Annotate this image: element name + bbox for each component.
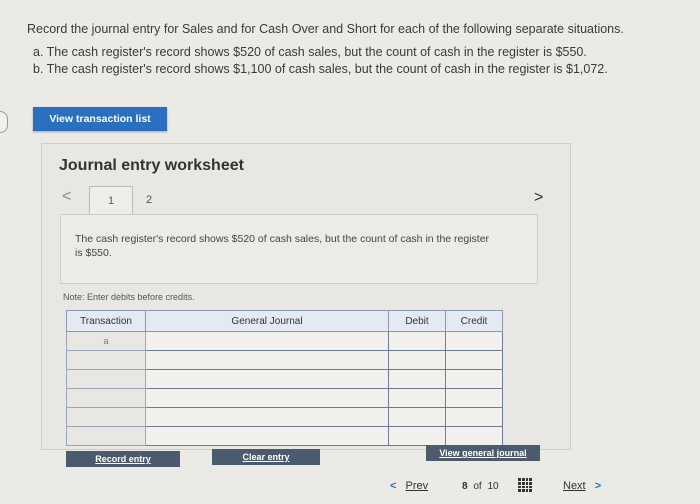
chevron-right-icon[interactable]: > [534,189,543,207]
side-panel-toggle[interactable] [0,111,8,133]
row-transaction [66,369,146,389]
grid-icon[interactable] [518,478,532,492]
header-general-journal: General Journal [145,310,389,332]
header-debit: Debit [388,310,446,332]
credit-input[interactable] [445,350,503,370]
header-credit: Credit [445,310,503,332]
header-transaction: Transaction [66,310,146,332]
credit-input[interactable] [445,331,503,351]
journal-entry-worksheet: Journal entry worksheet < 1 2 > The cash… [41,143,571,467]
prev-label: Prev [405,480,429,492]
transaction-description-box: The cash register's record shows $520 of… [60,214,538,284]
debit-input[interactable] [388,350,446,370]
row-transaction: a [66,331,146,351]
account-input[interactable] [145,331,389,351]
chevron-right-icon: > [594,480,602,492]
page-total: 10 [487,481,499,492]
next-button[interactable]: Next > [563,480,601,492]
table-row [66,350,503,370]
question-item-a: a. The cash register's record shows $520… [33,45,587,59]
tab-2[interactable]: 2 [146,186,152,214]
question-item-b: b. The cash register's record shows $1,1… [33,62,608,76]
tab-1[interactable]: 1 [89,186,133,215]
debit-input[interactable] [388,388,446,408]
credit-input[interactable] [445,388,503,408]
question-text: Record the journal entry for Sales and f… [27,21,624,78]
debit-input[interactable] [388,369,446,389]
account-input[interactable] [145,388,389,408]
page-current: 8 [462,481,468,492]
next-label: Next [563,480,586,492]
account-input[interactable] [145,407,389,427]
worksheet-title: Journal entry worksheet [59,157,244,174]
prev-button[interactable]: < Prev [390,480,428,492]
chevron-left-icon: < [390,480,397,492]
question-instruction: Record the journal entry for Sales and f… [27,22,624,36]
debit-input[interactable] [388,331,446,351]
row-transaction [66,426,146,446]
view-transaction-list-button[interactable]: View transaction list [33,107,167,131]
table-row [66,407,503,427]
table-row [66,369,503,389]
row-transaction [66,407,146,427]
table-row: a [66,331,503,351]
row-transaction [66,388,146,408]
page-of: of [473,481,482,492]
account-input[interactable] [145,426,389,446]
record-entry-button[interactable]: Record entry [66,451,180,467]
chevron-left-icon[interactable]: < [62,188,71,206]
page-indicator: 8 of 10 [462,481,499,492]
row-transaction [66,350,146,370]
credit-input[interactable] [445,407,503,427]
debit-input[interactable] [388,407,446,427]
journal-note: Note: Enter debits before credits. [63,292,195,302]
credit-input[interactable] [445,369,503,389]
table-row [66,426,503,446]
table-row [66,388,503,408]
view-general-journal-button[interactable]: View general journal [426,445,540,461]
credit-input[interactable] [445,426,503,446]
journal-table: Transaction General Journal Debit Credit… [66,310,503,446]
account-input[interactable] [145,369,389,389]
clear-entry-button[interactable]: Clear entry [212,449,320,465]
account-input[interactable] [145,350,389,370]
debit-input[interactable] [388,426,446,446]
transaction-description: The cash register's record shows $520 of… [75,233,490,259]
